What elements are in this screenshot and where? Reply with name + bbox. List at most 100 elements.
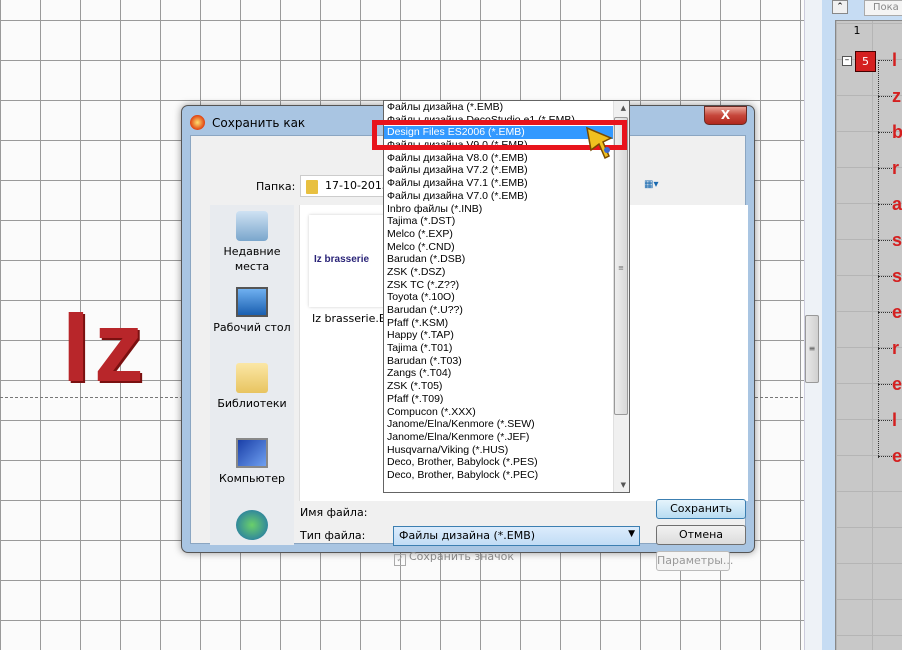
dropdown-option[interactable]: Файлы дизайна V7.1 (*.EMB) [384,177,629,190]
close-button[interactable]: X [704,106,747,125]
desktop-icon [236,287,268,317]
tree-leaf[interactable]: b [878,122,902,142]
tree-connector [878,96,892,97]
object-tree [835,20,902,650]
tree-connector [878,132,892,133]
collapse-icon[interactable]: ⌃ [832,0,848,14]
tree-node[interactable]: 5 [855,51,876,72]
dropdown-option[interactable]: ZSK (*.DSZ) [384,266,629,279]
save-button[interactable]: Сохранить [656,499,746,519]
dropdown-option[interactable]: ZSK (*.T05) [384,380,629,393]
network-icon [236,510,268,540]
tree-leaf[interactable]: e [878,446,902,466]
collapse-node-icon[interactable]: – [842,56,852,66]
cancel-button[interactable]: Отмена [656,525,746,545]
dropdown-option[interactable]: Barudan (*.U??) [384,304,629,317]
dropdown-option[interactable]: Inbro файлы (*.INB) [384,203,629,216]
dropdown-option[interactable]: Melco (*.EXP) [384,228,629,241]
place-desktop[interactable]: Рабочий стол [210,287,294,335]
filetype-select[interactable]: Файлы дизайна (*.EMB) ▼ [393,526,640,546]
tree-connector [878,240,892,241]
tree-leaf[interactable]: s [878,266,902,286]
dropdown-option[interactable]: Janome/Elna/Kenmore (*.JEF) [384,431,629,444]
tree-leaf[interactable]: e [878,302,902,322]
dropdown-option[interactable]: Deco, Brother, Babylock (*.PEC) [384,469,629,482]
place-network[interactable] [210,510,294,543]
dropdown-option[interactable]: Compucon (*.XXX) [384,406,629,419]
dropdown-option[interactable]: Janome/Elna/Kenmore (*.SEW) [384,418,629,431]
checkbox-label: Сохранить значок [409,550,515,563]
tree-leaf[interactable]: e [878,374,902,394]
place-label: Рабочий стол [213,321,291,334]
leaf-letter: s [892,266,902,286]
show-tab[interactable]: Пока [864,0,902,16]
leaf-letter: r [892,158,900,178]
dropdown-option[interactable]: Файлы дизайна V7.2 (*.EMB) [384,164,629,177]
tree-connector [878,168,892,169]
filename-label: Имя файла: [300,506,368,519]
dropdown-option[interactable]: ZSK TC (*.Z??) [384,279,629,292]
dropdown-option[interactable]: Deco, Brother, Babylock (*.PES) [384,456,629,469]
dropdown-option[interactable]: Husqvarna/Viking (*.HUS) [384,444,629,457]
dropdown-option[interactable]: Tajima (*.DST) [384,215,629,228]
dropdown-scrollbar[interactable]: ▲ ≡ ▼ [613,101,629,492]
leaf-letter: l [892,410,898,430]
dialog-title: Сохранить как [212,116,306,130]
dropdown-option[interactable]: Файлы дизайна (*.EMB) [384,101,629,114]
column-header: 1 [853,24,861,37]
tree-leaf[interactable]: l [878,410,902,430]
tree-connector [878,348,892,349]
recent-places-icon [236,211,268,241]
checkbox-icon: ✓ [394,554,406,566]
save-icon-checkbox[interactable]: ✓ Сохранить значок [394,550,514,566]
scroll-up-icon[interactable]: ▲ [621,104,626,112]
scrollbar-thumb[interactable]: ≡ [805,315,819,383]
libraries-icon [236,363,268,393]
place-label: Недавние места [223,245,281,273]
computer-icon [236,438,268,468]
tree-connector [878,60,892,61]
folder-label: Папка: [256,180,296,193]
dropdown-option[interactable]: Barudan (*.T03) [384,355,629,368]
place-label: Компьютер [219,472,285,485]
dropdown-option[interactable]: Zangs (*.T04) [384,367,629,380]
parameters-button[interactable]: Параметры... [656,551,733,571]
dropdown-option[interactable]: Tajima (*.T01) [384,342,629,355]
leaf-letter: e [892,374,902,394]
place-libraries[interactable]: Библиотеки [210,363,294,411]
dropdown-option[interactable]: Barudan (*.DSB) [384,253,629,266]
tree-leaf[interactable]: r [878,158,902,178]
app-icon [190,115,205,130]
dropdown-scroll-thumb[interactable]: ≡ [614,117,628,415]
leaf-letter: s [892,230,902,250]
place-recent[interactable]: Недавние места [210,211,294,274]
view-menu-icon[interactable]: ▦▾ [644,179,668,193]
leaf-letter: e [892,446,902,466]
tree-leaf[interactable]: s [878,230,902,250]
tree-connector [878,312,892,313]
place-computer[interactable]: Компьютер [210,438,294,486]
dropdown-option[interactable]: Melco (*.CND) [384,241,629,254]
tree-leaf[interactable]: r [878,338,902,358]
thumbnail-text: Iz brasserie [314,254,370,265]
dropdown-option[interactable]: Pfaff (*.KSM) [384,317,629,330]
places-bar: Недавние места Рабочий стол Библиотеки К… [210,205,294,545]
tree-connector [878,204,892,205]
dropdown-option[interactable]: Файлы дизайна V7.0 (*.EMB) [384,190,629,203]
folder-icon [306,180,318,194]
place-label: Библиотеки [217,397,287,410]
pointer-cursor-icon [586,126,613,160]
scroll-down-icon[interactable]: ▼ [621,481,626,489]
dropdown-option[interactable]: Pfaff (*.T09) [384,393,629,406]
chevron-down-icon: ▼ [628,529,635,539]
leaf-letter: a [892,194,902,214]
tree-connector [878,384,892,385]
dropdown-option[interactable]: Toyota (*.10O) [384,291,629,304]
tree-leaf[interactable]: a [878,194,902,214]
leaf-letter: e [892,302,902,322]
tree-connector [878,420,892,421]
dropdown-option[interactable]: Happy (*.TAP) [384,329,629,342]
tree-connector [878,276,892,277]
tree-leaf[interactable]: z [878,86,902,106]
tree-leaf[interactable]: l [878,50,902,70]
